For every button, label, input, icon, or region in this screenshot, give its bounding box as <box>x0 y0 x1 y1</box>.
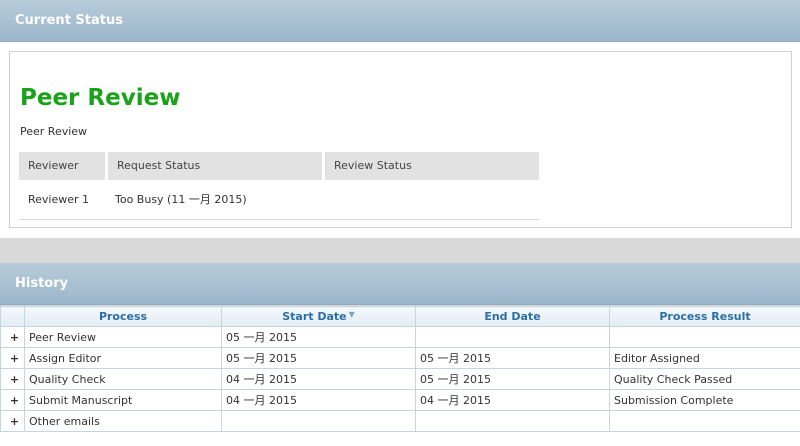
expand-icon[interactable]: + <box>0 389 25 411</box>
process-result-column-label: Process Result <box>659 310 751 323</box>
table-row: + Quality Check 04 一月 2015 05 一月 2015 Qu… <box>0 368 800 390</box>
start-date-cell <box>221 410 416 432</box>
end-date-column-label: End Date <box>484 310 541 323</box>
request-status-column-header: Request Status <box>108 152 322 180</box>
table-row: + Peer Review 05 一月 2015 <box>0 326 800 348</box>
review-status-column-header: Review Status <box>325 152 539 180</box>
history-header-row: Process Start Date ▼ End Date Process Res… <box>0 306 800 327</box>
process-cell: Peer Review <box>24 326 222 348</box>
reviewer-name-cell: Reviewer 1 <box>28 193 90 206</box>
start-date-cell: 04 一月 2015 <box>221 368 416 390</box>
start-date-column-label: Start Date <box>282 310 347 323</box>
end-date-cell <box>415 410 610 432</box>
status-title: Peer Review <box>20 85 181 111</box>
process-result-cell <box>609 410 800 432</box>
process-result-cell: Editor Assigned <box>609 347 800 369</box>
process-cell: Quality Check <box>24 368 222 390</box>
expander-column-header <box>0 306 25 327</box>
request-status-cell: Too Busy (11 一月 2015) <box>115 193 247 206</box>
start-date-cell: 05 一月 2015 <box>221 347 416 369</box>
current-status-box: Peer Review Peer Review Reviewer Request… <box>9 51 792 228</box>
current-status-header: Current Status <box>0 0 800 42</box>
history-header-label: History <box>15 276 69 291</box>
process-result-column-header[interactable]: Process Result <box>609 306 800 327</box>
process-column-header[interactable]: Process <box>24 306 222 327</box>
expand-icon[interactable]: + <box>0 326 25 348</box>
expand-icon[interactable]: + <box>0 410 25 432</box>
start-date-column-header[interactable]: Start Date ▼ <box>221 306 416 327</box>
process-result-cell: Quality Check Passed <box>609 368 800 390</box>
end-date-cell: 05 一月 2015 <box>415 368 610 390</box>
reviewer-column-header: Reviewer <box>19 152 105 180</box>
process-cell: Assign Editor <box>24 347 222 369</box>
history-header: History <box>0 263 800 305</box>
end-date-cell <box>415 326 610 348</box>
expand-icon[interactable]: + <box>0 368 25 390</box>
current-status-panel: Peer Review Peer Review Reviewer Request… <box>0 42 800 238</box>
process-result-cell <box>609 326 800 348</box>
end-date-cell: 05 一月 2015 <box>415 347 610 369</box>
end-date-column-header[interactable]: End Date <box>415 306 610 327</box>
table-row: + Assign Editor 05 一月 2015 05 一月 2015 Ed… <box>0 347 800 369</box>
process-column-label: Process <box>98 310 148 323</box>
history-table: Process Start Date ▼ End Date Process Res… <box>0 306 800 432</box>
process-cell: Submit Manuscript <box>24 389 222 411</box>
history-panel: Process Start Date ▼ End Date Process Res… <box>0 306 800 446</box>
end-date-cell: 04 一月 2015 <box>415 389 610 411</box>
status-subtitle: Peer Review <box>20 125 88 138</box>
table-row: + Other emails <box>0 410 800 432</box>
table-row: + Submit Manuscript 04 一月 2015 04 一月 201… <box>0 389 800 411</box>
reviewer-table-divider <box>19 219 539 220</box>
process-cell: Other emails <box>24 410 222 432</box>
process-result-cell: Submission Complete <box>609 389 800 411</box>
sort-arrow-icon[interactable]: ▼ <box>349 310 355 319</box>
expand-icon[interactable]: + <box>0 347 25 369</box>
review-status-cell <box>325 180 539 219</box>
start-date-cell: 05 一月 2015 <box>221 326 416 348</box>
current-status-header-label: Current Status <box>15 13 123 28</box>
start-date-cell: 04 一月 2015 <box>221 389 416 411</box>
